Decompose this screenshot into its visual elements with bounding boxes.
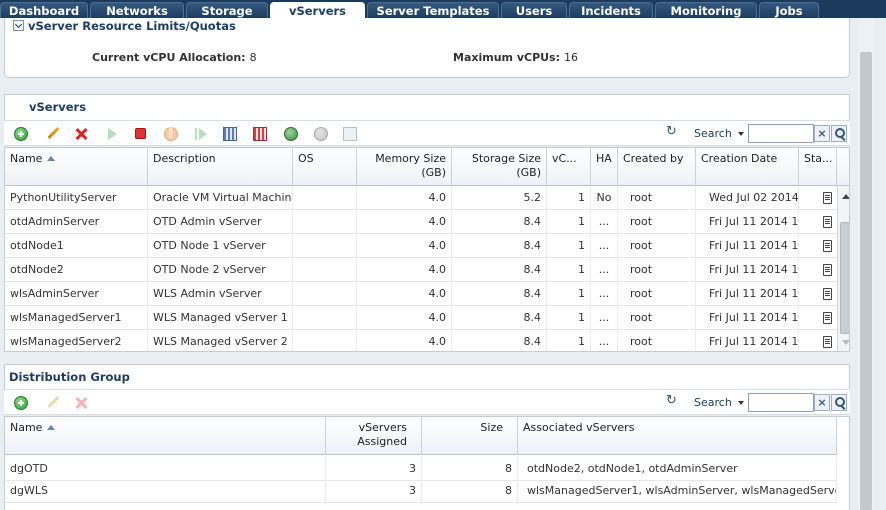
refresh-icon[interactable] [666, 124, 678, 140]
vservers-search-input[interactable] [748, 124, 814, 143]
col-created-by[interactable]: Created by [618, 148, 696, 186]
current-vcpu-label: Current vCPU Allocation: [92, 51, 246, 64]
table-row[interactable]: wlsAdminServer WLS Admin vServer 4.0 8.4… [5, 282, 837, 306]
tab-jobs[interactable]: Jobs [759, 2, 819, 18]
status-icon [823, 312, 832, 324]
clear-search-icon[interactable]: × [814, 125, 830, 142]
create-distribution-group-icon[interactable] [14, 396, 28, 410]
create-vserver-icon[interactable] [14, 127, 28, 141]
distribution-table-header: Name vServers Assigned Size Associated v… [5, 417, 837, 455]
clear-search-icon[interactable]: × [814, 394, 830, 411]
tab-monitoring[interactable]: Monitoring [655, 2, 757, 18]
status-icon [823, 216, 832, 228]
vservers-title: vServers [29, 100, 87, 114]
attach-network-icon[interactable] [284, 127, 298, 141]
maximum-vcpus-label: Maximum vCPUs: [453, 51, 561, 64]
stop-vserver-icon[interactable] [135, 128, 146, 139]
table-row[interactable]: wlsManagedServer1 WLS Managed vServer 1 … [5, 306, 837, 330]
console-icon[interactable] [343, 127, 357, 141]
tab-users[interactable]: Users [501, 2, 567, 18]
table-row[interactable]: otdNode1 OTD Node 1 vServer 4.0 8.4 1 ..… [5, 234, 837, 258]
col-vservers-assigned[interactable]: vServers Assigned [326, 417, 422, 455]
quota-panel: vServer Resource Limits/Quotas Current v… [4, 18, 850, 78]
distribution-table: Name vServers Assigned Size Associated v… [4, 416, 850, 510]
tab-bar: Dashboard Networks Storage vServers Serv… [0, 0, 886, 18]
detach-network-icon[interactable] [314, 127, 328, 141]
current-vcpu-allocation: Current vCPU Allocation: 8 [92, 51, 257, 64]
tab-networks[interactable]: Networks [90, 2, 184, 18]
detach-volume-icon[interactable] [253, 127, 267, 141]
vservers-table-scrollbar[interactable] [837, 186, 849, 351]
status-icon [823, 288, 832, 300]
distribution-toolbar: Search × [4, 389, 850, 415]
resume-vserver-icon[interactable] [194, 127, 208, 141]
table-row[interactable]: otdAdminServer OTD Admin vServer 4.0 8.4… [5, 210, 837, 234]
col-associated-vservers[interactable]: Associated vServers [518, 417, 837, 455]
search-dropdown[interactable]: Search [694, 396, 744, 409]
maximum-vcpus: Maximum vCPUs: 16 [453, 51, 578, 64]
col-status[interactable]: Sta... [799, 148, 837, 186]
scroll-down-icon[interactable] [842, 340, 849, 345]
search-icon[interactable] [831, 394, 847, 411]
suspend-vserver-icon[interactable] [164, 125, 178, 141]
search-icon[interactable] [831, 125, 847, 142]
tab-storage[interactable]: Storage [186, 2, 268, 18]
status-icon [823, 336, 832, 348]
vservers-table-header: Name Description OS Memory Size (GB) Sto… [5, 148, 849, 186]
col-memory-size[interactable]: Memory Size (GB) [357, 148, 452, 186]
table-row[interactable]: PythonUtilityServer Oracle VM Virtual Ma… [5, 186, 837, 210]
col-os[interactable]: OS [293, 148, 357, 186]
page-scroll-thumb[interactable] [860, 52, 872, 510]
table-row[interactable]: otdNode2 OTD Node 2 vServer 4.0 8.4 1 ..… [5, 258, 837, 282]
col-name[interactable]: Name [5, 417, 326, 455]
col-storage-size[interactable]: Storage Size (GB) [452, 148, 547, 186]
quota-title: vServer Resource Limits/Quotas [28, 19, 236, 33]
distribution-search-input[interactable] [748, 393, 814, 412]
current-vcpu-value: 8 [249, 51, 257, 64]
col-description[interactable]: Description [148, 148, 293, 186]
table-row[interactable]: dgOTD 3 8 otdNode2, otdNode1, otdAdminSe… [5, 457, 837, 481]
tab-vservers[interactable]: vServers [270, 2, 365, 18]
col-creation-date[interactable]: Creation Date [696, 148, 799, 186]
scroll-up-icon[interactable] [842, 194, 849, 199]
vservers-table: Name Description OS Memory Size (GB) Sto… [4, 147, 850, 352]
scroll-thumb[interactable] [840, 222, 849, 334]
collapse-toggle-icon[interactable] [13, 20, 24, 31]
vservers-header-panel [4, 94, 850, 120]
quota-header[interactable]: vServer Resource Limits/Quotas [13, 19, 236, 33]
col-size[interactable]: Size [422, 417, 518, 455]
col-ha[interactable]: HA [591, 148, 618, 186]
sort-ascending-icon [47, 425, 56, 430]
start-vserver-icon[interactable] [108, 128, 117, 140]
status-icon [823, 192, 832, 204]
maximum-vcpus-value: 16 [564, 51, 579, 64]
distribution-title: Distribution Group [9, 370, 130, 384]
delete-distribution-group-icon[interactable] [74, 396, 88, 410]
refresh-icon[interactable] [666, 393, 678, 409]
status-icon [823, 264, 832, 276]
attach-volume-icon[interactable] [223, 127, 237, 141]
search-dropdown[interactable]: Search [694, 127, 744, 140]
col-name[interactable]: Name [5, 148, 148, 186]
page-scrollbar[interactable] [858, 18, 874, 510]
edit-vserver-icon[interactable] [46, 127, 60, 141]
tab-dashboard[interactable]: Dashboard [0, 2, 88, 18]
status-icon [823, 240, 832, 252]
edit-distribution-group-icon[interactable] [46, 396, 60, 410]
col-vcpus[interactable]: vC... [547, 148, 591, 186]
sort-ascending-icon [47, 156, 56, 161]
distribution-header-panel [4, 364, 850, 390]
vservers-toolbar: Search × [4, 120, 850, 146]
tab-incidents[interactable]: Incidents [569, 2, 653, 18]
table-row[interactable]: dgWLS 3 8 wlsManagedServer1, wlsAdminSer… [5, 479, 837, 503]
tab-server-templates[interactable]: Server Templates [367, 2, 499, 18]
table-row[interactable]: wlsManagedServer2 WLS Managed vServer 2 … [5, 330, 837, 351]
delete-vserver-icon[interactable] [74, 127, 88, 141]
